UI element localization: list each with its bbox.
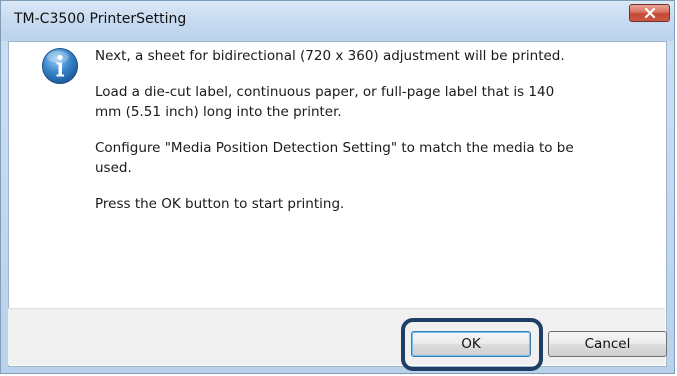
cancel-button[interactable]: Cancel bbox=[548, 331, 667, 357]
window-title: TM-C3500 PrinterSetting bbox=[14, 11, 187, 27]
message-area: Next, a sheet for bidirectional (720 x 3… bbox=[95, 46, 635, 230]
message-load-label: Load a die-cut label, continuous paper, … bbox=[95, 84, 555, 120]
title-bar[interactable]: TM-C3500 PrinterSetting bbox=[1, 1, 674, 41]
info-icon bbox=[42, 48, 78, 84]
close-icon bbox=[644, 8, 655, 18]
message-press-ok: Press the OK button to start printing. bbox=[95, 196, 345, 212]
close-button[interactable] bbox=[629, 4, 670, 22]
message-configure-detection: Configure "Media Position Detection Sett… bbox=[95, 140, 574, 176]
ok-button[interactable]: OK bbox=[411, 331, 531, 357]
message-bidirectional-adjustment: Next, a sheet for bidirectional (720 x 3… bbox=[95, 48, 565, 64]
